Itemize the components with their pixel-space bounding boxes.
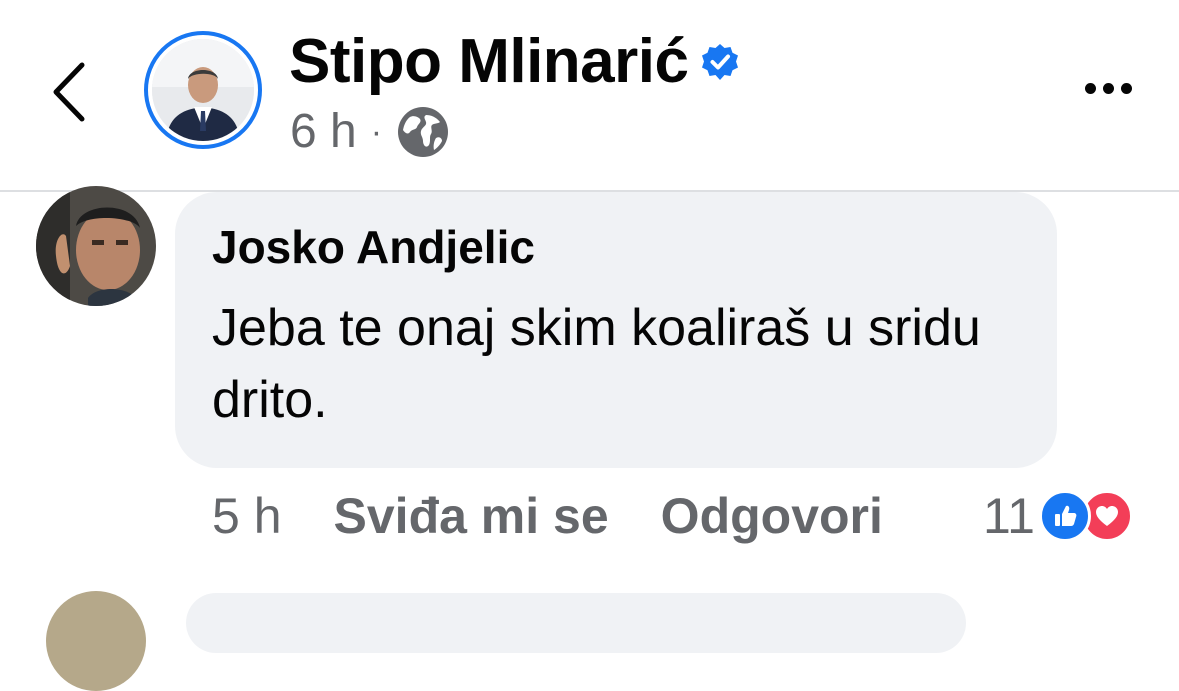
more-dot (1120, 82, 1132, 94)
post-header: Stipo Mlinarić 6 h · (0, 0, 1179, 192)
globe-icon (398, 107, 449, 157)
comment-author-name[interactable]: Josko Andjelic (212, 222, 535, 273)
more-horizontal-icon (1084, 82, 1096, 94)
chevron-left-icon (53, 62, 85, 122)
post-time[interactable]: 6 h (290, 108, 357, 156)
like-icon (1038, 490, 1091, 542)
like-button[interactable]: Sviđa mi se (334, 487, 609, 545)
reaction-summary[interactable]: 11 (983, 484, 1133, 548)
page-avatar-photo (152, 39, 254, 141)
next-comment-avatar[interactable] (46, 591, 146, 691)
post-author-row: Stipo Mlinarić (289, 24, 740, 100)
next-comment-bubble (186, 593, 966, 653)
comment-text: Jeba te onaj skim koaliraš u sridu drito… (212, 299, 981, 429)
comment-author-avatar[interactable] (36, 186, 156, 306)
comment-actions: 5 h Sviđa mi se Odgovori (212, 484, 883, 548)
reaction-icons (1038, 490, 1133, 542)
more-dot (1102, 82, 1114, 94)
page-avatar[interactable] (144, 31, 262, 149)
post-meta: 6 h · (290, 104, 450, 160)
reply-button[interactable]: Odgovori (661, 487, 883, 545)
meta-separator: · (370, 113, 383, 151)
back-button[interactable] (38, 52, 102, 132)
reaction-count: 11 (983, 488, 1035, 544)
more-options-button[interactable] (1076, 68, 1140, 108)
comment-time[interactable]: 5 h (212, 487, 282, 545)
post-author-name[interactable]: Stipo Mlinarić (289, 31, 689, 93)
verified-badge-icon (702, 44, 739, 80)
